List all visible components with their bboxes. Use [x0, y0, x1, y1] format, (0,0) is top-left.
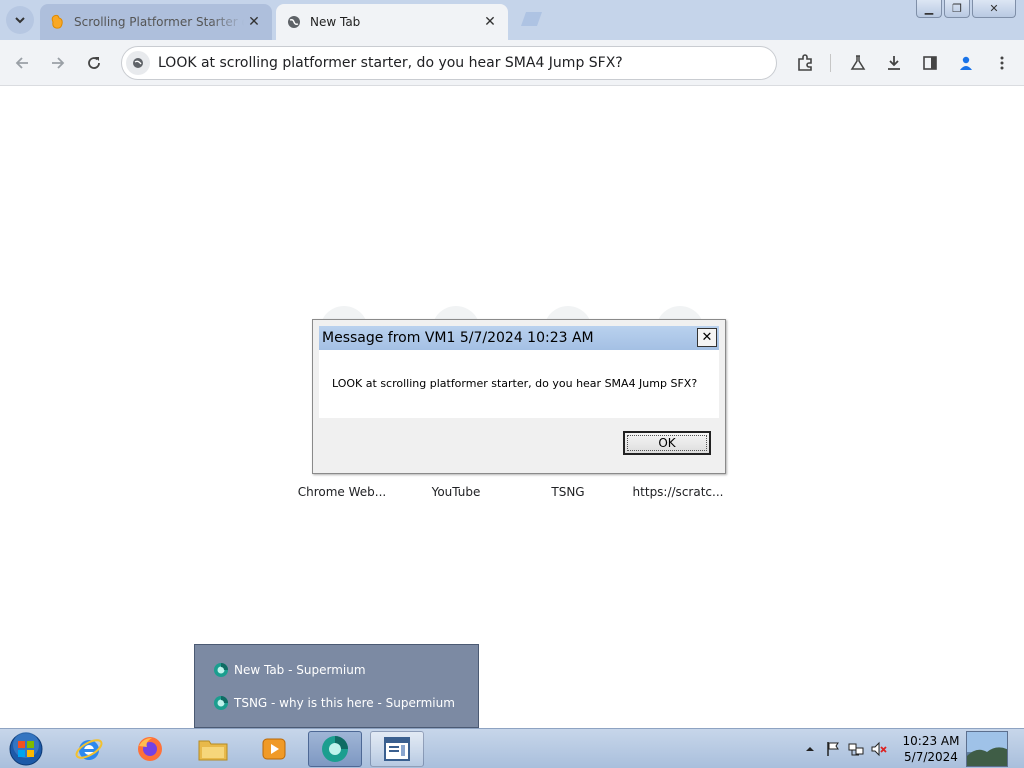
new-tab-icon: [521, 12, 542, 26]
dialog-body: LOOK at scrolling platformer starter, do…: [319, 350, 719, 418]
supermium-icon: [214, 696, 228, 710]
extensions-button[interactable]: [792, 50, 818, 76]
tab-close-icon[interactable]: ✕: [244, 12, 264, 32]
profile-icon: [960, 56, 972, 70]
taskbar-window-app[interactable]: [370, 731, 424, 767]
ok-button[interactable]: OK: [623, 431, 711, 455]
show-desktop-button[interactable]: [966, 731, 1008, 767]
media-player-icon: [262, 738, 286, 760]
taskbar-internet-explorer[interactable]: [62, 731, 116, 767]
back-button[interactable]: [9, 50, 35, 76]
omnibox-text[interactable]: LOOK at scrolling platformer starter, do…: [158, 55, 623, 71]
tab-new-tab[interactable]: New Tab ✕: [276, 4, 508, 40]
message-dialog: Message from VM1 5/7/2024 10:23 AM ✕ LOO…: [312, 319, 726, 474]
supermium-icon: [322, 736, 348, 762]
close-icon: ✕: [701, 330, 713, 345]
shortcut-label[interactable]: https://scratc...: [622, 485, 734, 499]
volume-button[interactable]: [869, 739, 889, 759]
tab-search-button[interactable]: [6, 6, 34, 34]
window-close-button[interactable]: ✕: [972, 0, 1016, 18]
triangle-up-icon: [806, 747, 814, 751]
taskbar-supermium[interactable]: [308, 731, 362, 767]
focus-ring: [627, 435, 707, 451]
side-panel-icon: [923, 56, 937, 70]
taskbar-media-player[interactable]: [247, 731, 301, 767]
dialog-message: LOOK at scrolling platformer starter, do…: [332, 377, 698, 390]
firefox-icon: [138, 737, 162, 761]
flask-icon: [850, 55, 866, 70]
dialog-titlebar[interactable]: Message from VM1 5/7/2024 10:23 AM ✕: [319, 326, 719, 350]
volume-muted-icon: [871, 741, 887, 757]
shortcut-label[interactable]: YouTube: [400, 485, 512, 499]
reload-icon: [88, 57, 100, 69]
show-hidden-icons-button[interactable]: [800, 739, 820, 759]
window-list-label: TSNG - why is this here - Supermium: [234, 696, 455, 710]
tab-title: Scrolling Platformer Starter on Scratch: [74, 15, 244, 29]
profile-button[interactable]: [953, 50, 979, 76]
forward-button[interactable]: [45, 50, 71, 76]
site-info-icon[interactable]: [126, 51, 150, 75]
window-list-item[interactable]: New Tab - Supermium: [213, 660, 366, 680]
tab-close-icon[interactable]: ✕: [480, 12, 500, 32]
tab-strip: Scrolling Platformer Starter on Scratch …: [0, 0, 1024, 40]
new-tab-button[interactable]: [516, 10, 544, 28]
dialog-title: Message from VM1 5/7/2024 10:23 AM: [322, 330, 594, 346]
tab-title: New Tab: [310, 15, 361, 29]
reload-button[interactable]: [81, 50, 107, 76]
tab-scrolling-platformer[interactable]: Scrolling Platformer Starter on Scratch …: [40, 4, 272, 40]
windows-start-orb-icon: [9, 732, 43, 766]
scratch-favicon-icon: [50, 14, 66, 30]
menu-button[interactable]: [989, 50, 1015, 76]
taskbar-clock[interactable]: 10:23 AM 5/7/2024: [896, 733, 966, 765]
internet-explorer-icon: [75, 739, 103, 760]
labs-button[interactable]: [845, 50, 871, 76]
start-button[interactable]: [6, 730, 46, 768]
download-icon: [888, 56, 900, 70]
minimize-icon: ▁: [924, 2, 934, 15]
shortcut-label[interactable]: TSNG: [512, 485, 624, 499]
system-tray: [800, 729, 892, 768]
restore-button[interactable]: ❐: [944, 0, 970, 18]
file-explorer-icon: [198, 740, 228, 761]
taskbar-window-list-popup: New Tab - Supermium TSNG - why is this h…: [194, 644, 479, 728]
network-button[interactable]: [846, 739, 866, 759]
toolbar-separator: [830, 54, 831, 72]
kebab-menu-icon: [1000, 56, 1004, 70]
window-app-icon: [384, 737, 410, 761]
clock-date: 5/7/2024: [904, 750, 958, 764]
forward-arrow-icon: [52, 57, 65, 69]
clock-time: 10:23 AM: [902, 734, 960, 748]
close-icon: ✕: [989, 2, 999, 15]
taskbar-file-explorer[interactable]: [186, 731, 240, 767]
chevron-down-icon: [15, 17, 25, 24]
downloads-button[interactable]: [881, 50, 907, 76]
shortcut-label[interactable]: Chrome Web...: [286, 485, 398, 499]
action-center-flag-button[interactable]: [823, 739, 843, 759]
browser-toolbar: LOOK at scrolling platformer starter, do…: [0, 40, 1024, 86]
taskbar-firefox[interactable]: [123, 731, 177, 767]
restore-icon: ❐: [952, 2, 962, 15]
network-icon: [848, 743, 864, 756]
side-panel-button[interactable]: [917, 50, 943, 76]
globe-icon: [286, 14, 302, 30]
window-list-label: New Tab - Supermium: [234, 663, 366, 677]
window-controls: ▁ ❐ ✕: [914, 0, 1016, 18]
back-arrow-icon: [15, 57, 28, 69]
dialog-close-button[interactable]: ✕: [697, 328, 717, 347]
flag-icon: [827, 742, 839, 756]
taskbar: 10:23 AM 5/7/2024: [0, 728, 1024, 768]
puzzle-icon: [798, 54, 812, 71]
minimize-button[interactable]: ▁: [916, 0, 942, 18]
address-bar[interactable]: LOOK at scrolling platformer starter, do…: [121, 46, 777, 80]
desktop-preview-icon: [967, 732, 1007, 766]
window-list-item[interactable]: TSNG - why is this here - Supermium: [213, 693, 455, 713]
supermium-icon: [214, 663, 228, 677]
